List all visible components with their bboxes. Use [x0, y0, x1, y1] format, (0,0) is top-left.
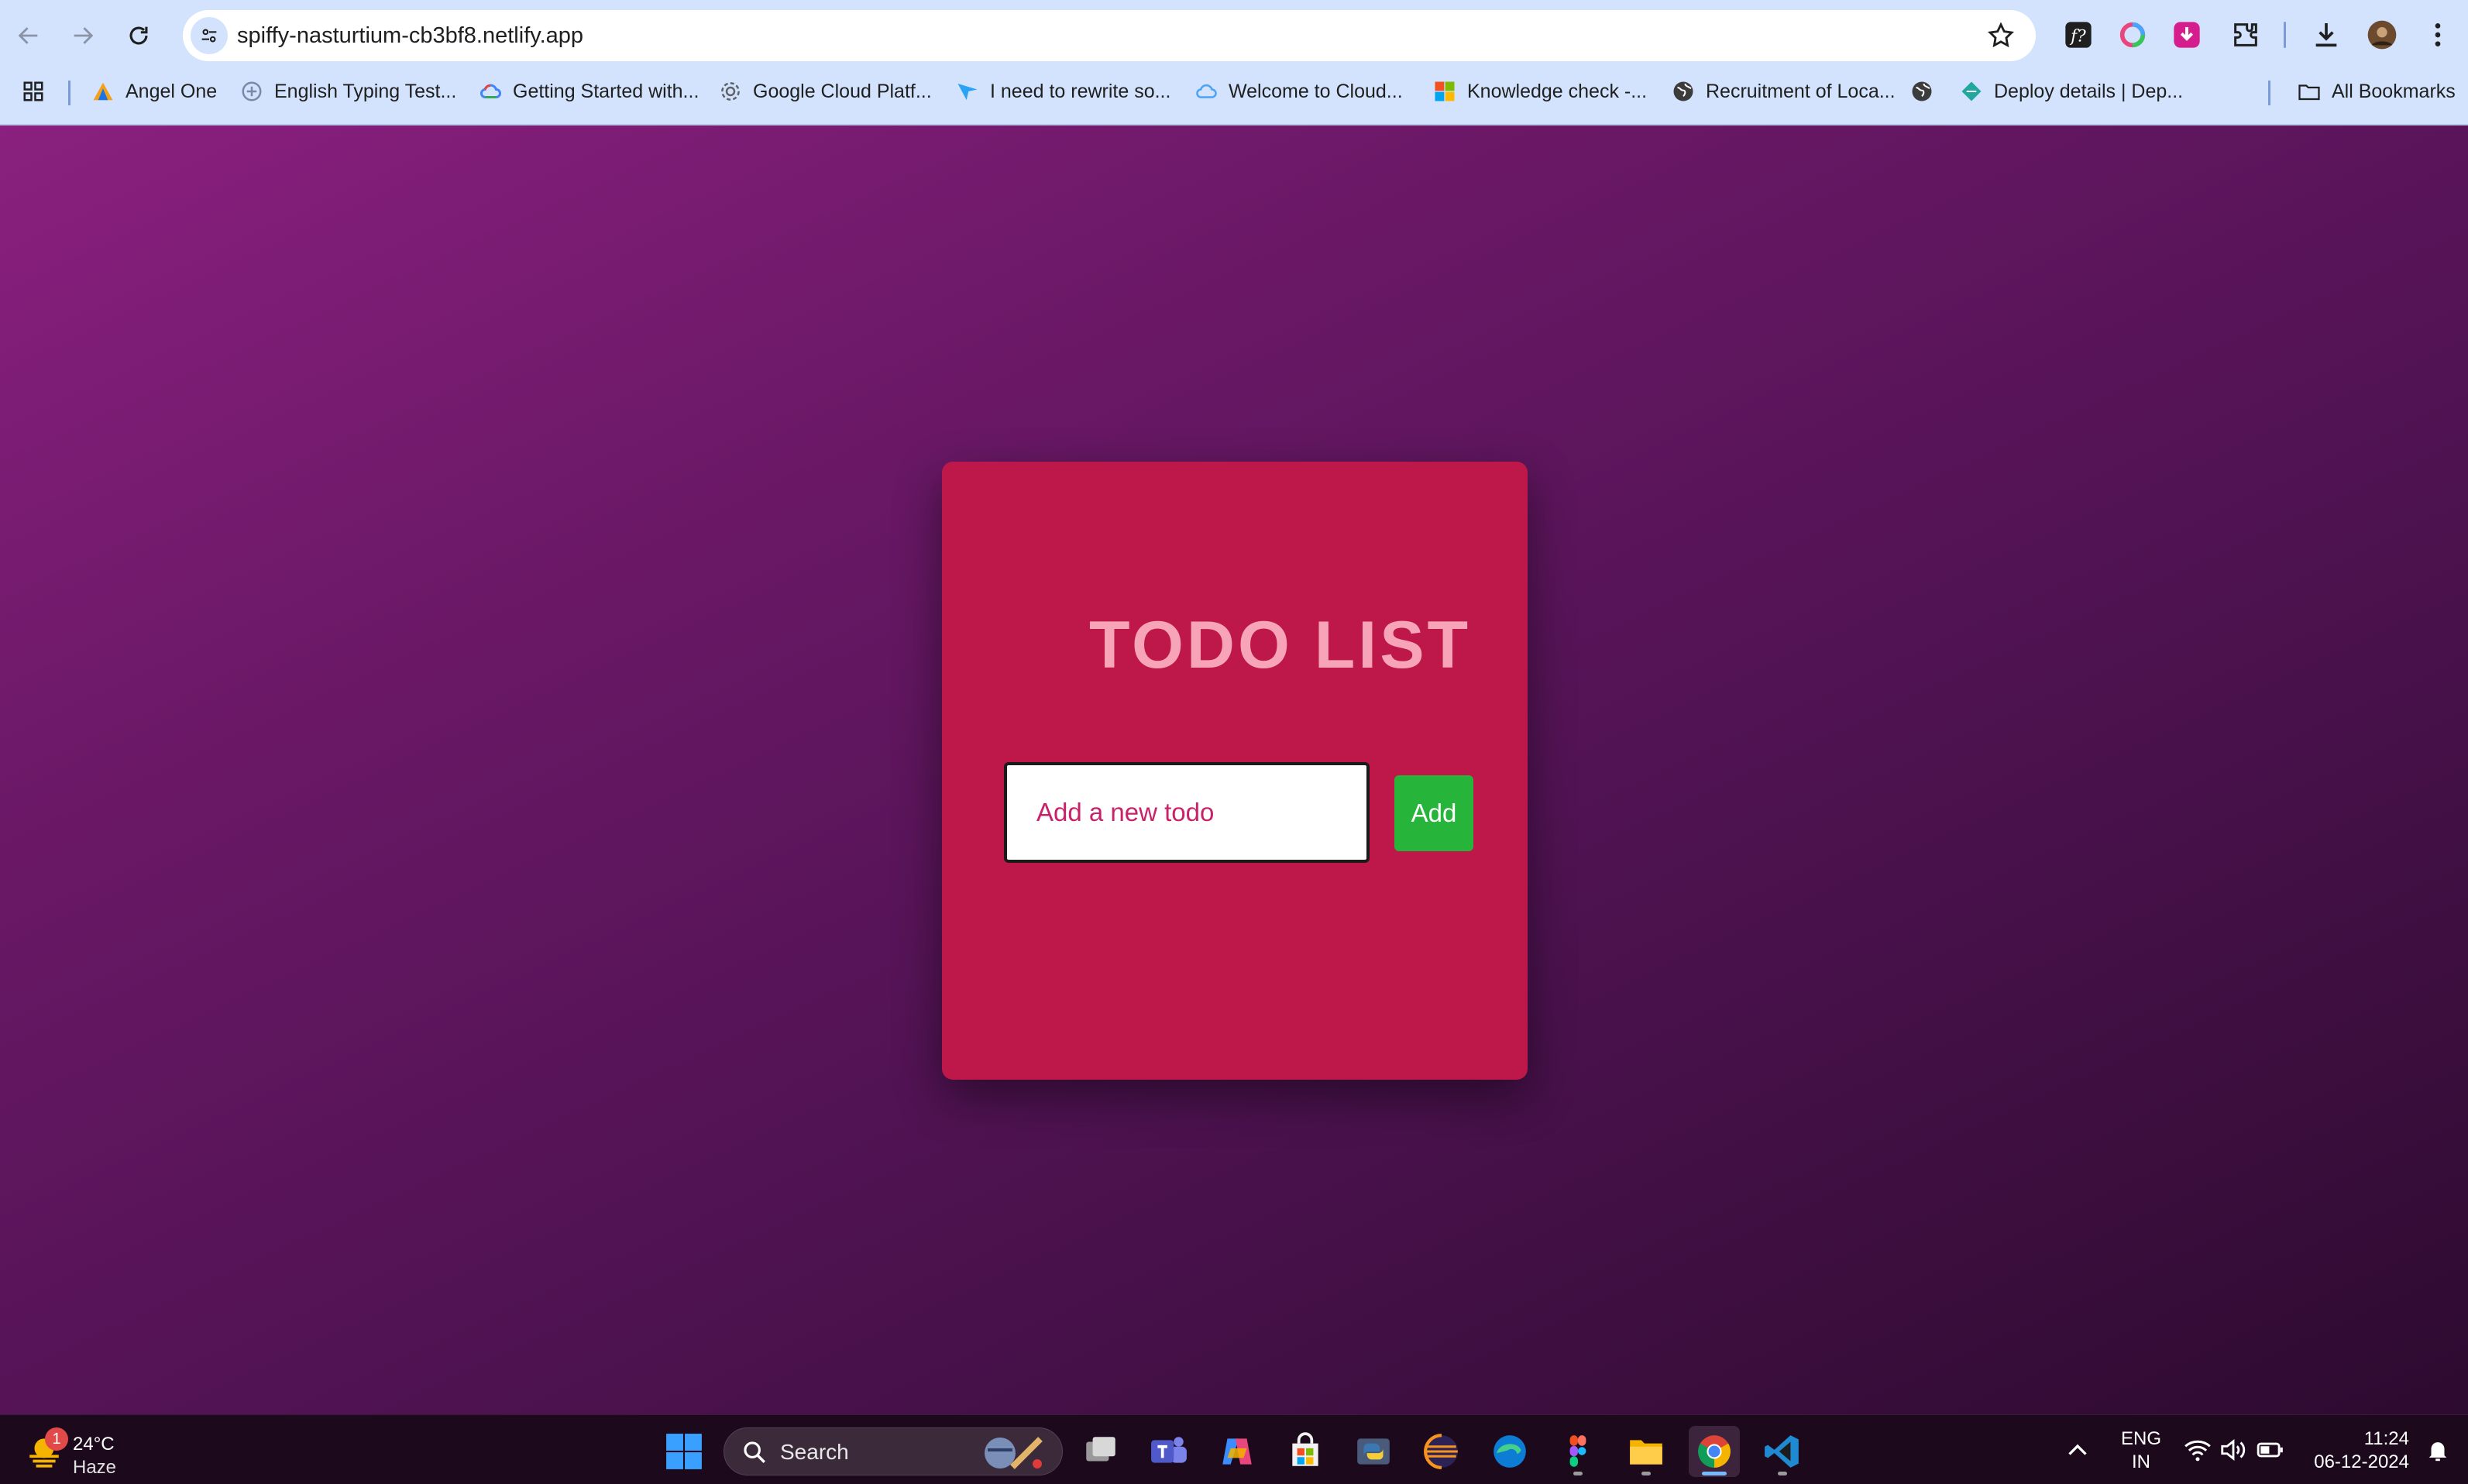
cloud-icon	[1196, 84, 1217, 98]
apps-grid-icon	[23, 81, 43, 101]
bookmark-rewrite[interactable]: I need to rewrite so...	[956, 70, 1170, 113]
folder-icon	[1630, 1440, 1662, 1465]
address-bar[interactable]: spiffy-nasturtium-cb3bf8.netlify.app	[183, 10, 2036, 61]
bookmark-typing-test[interactable]: English Typing Test...	[240, 70, 456, 113]
microsoft-icon	[1435, 81, 1455, 101]
eclipse-app[interactable]	[1416, 1426, 1467, 1477]
extension-downloader-icon[interactable]	[2169, 17, 2205, 53]
windows-taskbar: 1 24°C Haze Search ENG IN 11:24 06-12-20…	[0, 1414, 2468, 1484]
toolbar-separator	[2284, 22, 2286, 48]
notification-bell-icon[interactable]	[2425, 1437, 2451, 1463]
all-bookmarks-button[interactable]: All Bookmarks	[2298, 70, 2456, 113]
chrome-icon	[1698, 1435, 1731, 1468]
bookmark-separator	[68, 81, 70, 105]
bookmarks-bar: Angel One English Typing Test... Getting…	[0, 70, 2468, 125]
bookmark-angel-one[interactable]: Angel One	[91, 70, 217, 113]
extensions-puzzle-icon[interactable]	[2228, 17, 2263, 53]
python-app[interactable]	[1348, 1426, 1399, 1477]
active-indicator	[1702, 1472, 1727, 1475]
paper-plane-icon	[957, 84, 978, 101]
url-text[interactable]: spiffy-nasturtium-cb3bf8.netlify.app	[237, 10, 583, 61]
wifi-icon[interactable]	[2183, 1435, 2212, 1465]
search-label: Search	[780, 1440, 849, 1464]
windows-start-icon[interactable]	[665, 1432, 703, 1471]
copilot-app[interactable]	[1212, 1426, 1263, 1477]
downloads-icon[interactable]	[2308, 17, 2344, 53]
running-indicator	[1778, 1472, 1787, 1475]
bookmark-star-icon[interactable]	[1986, 21, 2016, 50]
task-view-button[interactable]	[1075, 1426, 1126, 1477]
taskbar-search[interactable]: Search	[724, 1427, 1063, 1475]
reload-icon	[129, 26, 148, 45]
apps-grid-button[interactable]	[22, 70, 45, 113]
angel-one-icon	[93, 82, 113, 101]
file-explorer-app[interactable]	[1621, 1426, 1672, 1477]
vscode-app[interactable]	[1757, 1426, 1808, 1477]
bookmark-getting-started[interactable]: Getting Started with...	[479, 70, 699, 113]
profile-avatar[interactable]	[2364, 17, 2400, 53]
clock-date: 06-12-2024	[2314, 1451, 2409, 1472]
reload-button[interactable]	[116, 13, 161, 58]
bookmark-globe[interactable]	[1910, 70, 1944, 113]
globe-icon	[1673, 81, 1693, 101]
task-view-icon	[1086, 1437, 1115, 1462]
teams-app[interactable]	[1143, 1426, 1194, 1477]
extension-fontface-icon[interactable]: f?	[2061, 17, 2096, 53]
search-highlight-cricket-icon	[985, 1437, 1043, 1469]
menu-kebab-icon[interactable]	[2420, 17, 2456, 53]
bookmark-knowledge-check[interactable]: Knowledge check -...	[1433, 70, 1647, 113]
netlify-icon	[1961, 81, 1982, 101]
extension-ring-icon[interactable]	[2115, 17, 2150, 53]
weather-badge: 1	[45, 1427, 68, 1451]
todo-card: TODO LIST Add	[942, 462, 1528, 1080]
weather-desc: Haze	[73, 1457, 117, 1478]
bookmark-welcome-cloud[interactable]: Welcome to Cloud...	[1194, 70, 1403, 113]
weather-temp: 24°C	[73, 1434, 115, 1455]
bookmark-recruitment[interactable]: Recruitment of Loca...	[1672, 70, 1896, 113]
volume-icon[interactable]	[2219, 1435, 2248, 1465]
vscode-icon	[1765, 1435, 1799, 1468]
google-cloud-icon	[480, 84, 501, 98]
add-todo-button[interactable]: Add	[1394, 775, 1473, 851]
python-icon	[1357, 1438, 1390, 1465]
chrome-app[interactable]	[1689, 1426, 1740, 1477]
folder-icon	[2298, 84, 2320, 101]
bookmark-separator	[2268, 81, 2270, 105]
browser-toolbar: spiffy-nasturtium-cb3bf8.netlify.app f?	[0, 0, 2468, 70]
figma-icon	[1569, 1435, 1586, 1467]
running-indicator	[1641, 1472, 1651, 1475]
site-info-icon[interactable]	[191, 17, 228, 54]
back-button[interactable]	[6, 13, 51, 58]
chevron-up-icon[interactable]	[2064, 1437, 2092, 1465]
edge-app[interactable]	[1484, 1426, 1535, 1477]
weather-widget[interactable]: 1 24°C Haze	[22, 1423, 161, 1478]
eclipse-icon	[1424, 1434, 1458, 1469]
svg-text:f?: f?	[2069, 26, 2086, 46]
page-background: TODO LIST Add	[0, 125, 2468, 1414]
teams-icon	[1151, 1437, 1187, 1463]
clock-time: 11:24	[2363, 1428, 2409, 1449]
copilot-icon	[1222, 1438, 1252, 1465]
figma-app[interactable]	[1552, 1426, 1604, 1477]
gear-icon	[721, 82, 740, 101]
store-icon	[1292, 1432, 1318, 1466]
arrow-right-icon	[74, 27, 94, 44]
forward-button[interactable]	[60, 13, 105, 58]
bookmark-deploy-details[interactable]: Deploy details | Dep...	[1960, 70, 2183, 113]
search-icon	[744, 1441, 765, 1463]
battery-icon[interactable]	[2256, 1435, 2285, 1465]
edge-icon	[1494, 1435, 1526, 1468]
running-indicator	[1573, 1472, 1583, 1475]
globe-icon	[1912, 81, 1932, 101]
typing-test-icon	[242, 81, 262, 101]
todo-input[interactable]	[1004, 762, 1370, 863]
todo-title: TODO LIST	[1089, 608, 1472, 682]
language-indicator[interactable]: ENG IN	[2119, 1427, 2163, 1474]
microsoft-store-app[interactable]	[1280, 1426, 1331, 1477]
arrow-left-icon	[18, 27, 38, 44]
system-clock[interactable]: 11:24 06-12-2024	[2314, 1427, 2409, 1474]
bookmark-google-cloud-platform[interactable]: Google Cloud Platf...	[719, 70, 932, 113]
